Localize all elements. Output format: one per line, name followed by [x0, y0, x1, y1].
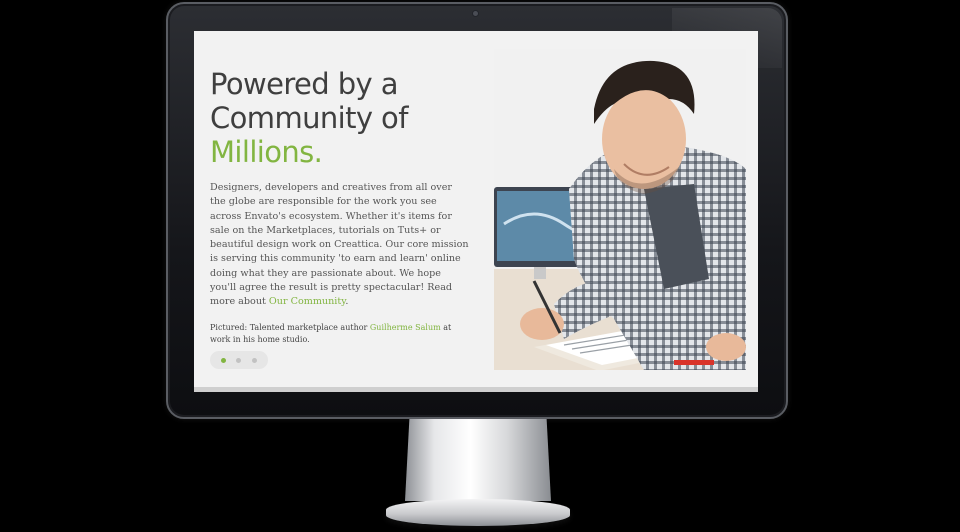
carousel-dot[interactable]: [221, 357, 227, 363]
webcam-icon: [473, 11, 478, 16]
headline-line-1: Powered by a: [210, 67, 398, 101]
author-link[interactable]: Guilherme Salum: [370, 323, 441, 332]
screen-bottom-bar: [194, 387, 758, 392]
monitor-stand-neck: [405, 419, 551, 501]
page-title: Powered by a Community of Millions.: [210, 67, 470, 169]
carousel-dot[interactable]: [236, 357, 242, 363]
hero-photo: [494, 49, 746, 370]
headline-accent: Millions.: [210, 135, 323, 169]
intro-end: .: [345, 296, 349, 308]
photo-caption: Pictured: Talented marketplace author Gu…: [210, 322, 472, 346]
caption-prefix: Pictured: Talented marketplace author: [210, 323, 370, 332]
intro-paragraph: Designers, developers and creatives from…: [210, 181, 470, 310]
monitor-screen: Powered by a Community of Millions. Desi…: [194, 31, 758, 392]
carousel-pagination: [210, 351, 268, 369]
intro-text: Designers, developers and creatives from…: [210, 182, 469, 308]
headline-line-2: Community of: [210, 101, 408, 135]
carousel-dot[interactable]: [251, 357, 257, 363]
monitor-stand-base: [386, 499, 570, 526]
our-community-link[interactable]: Our Community: [269, 296, 345, 307]
